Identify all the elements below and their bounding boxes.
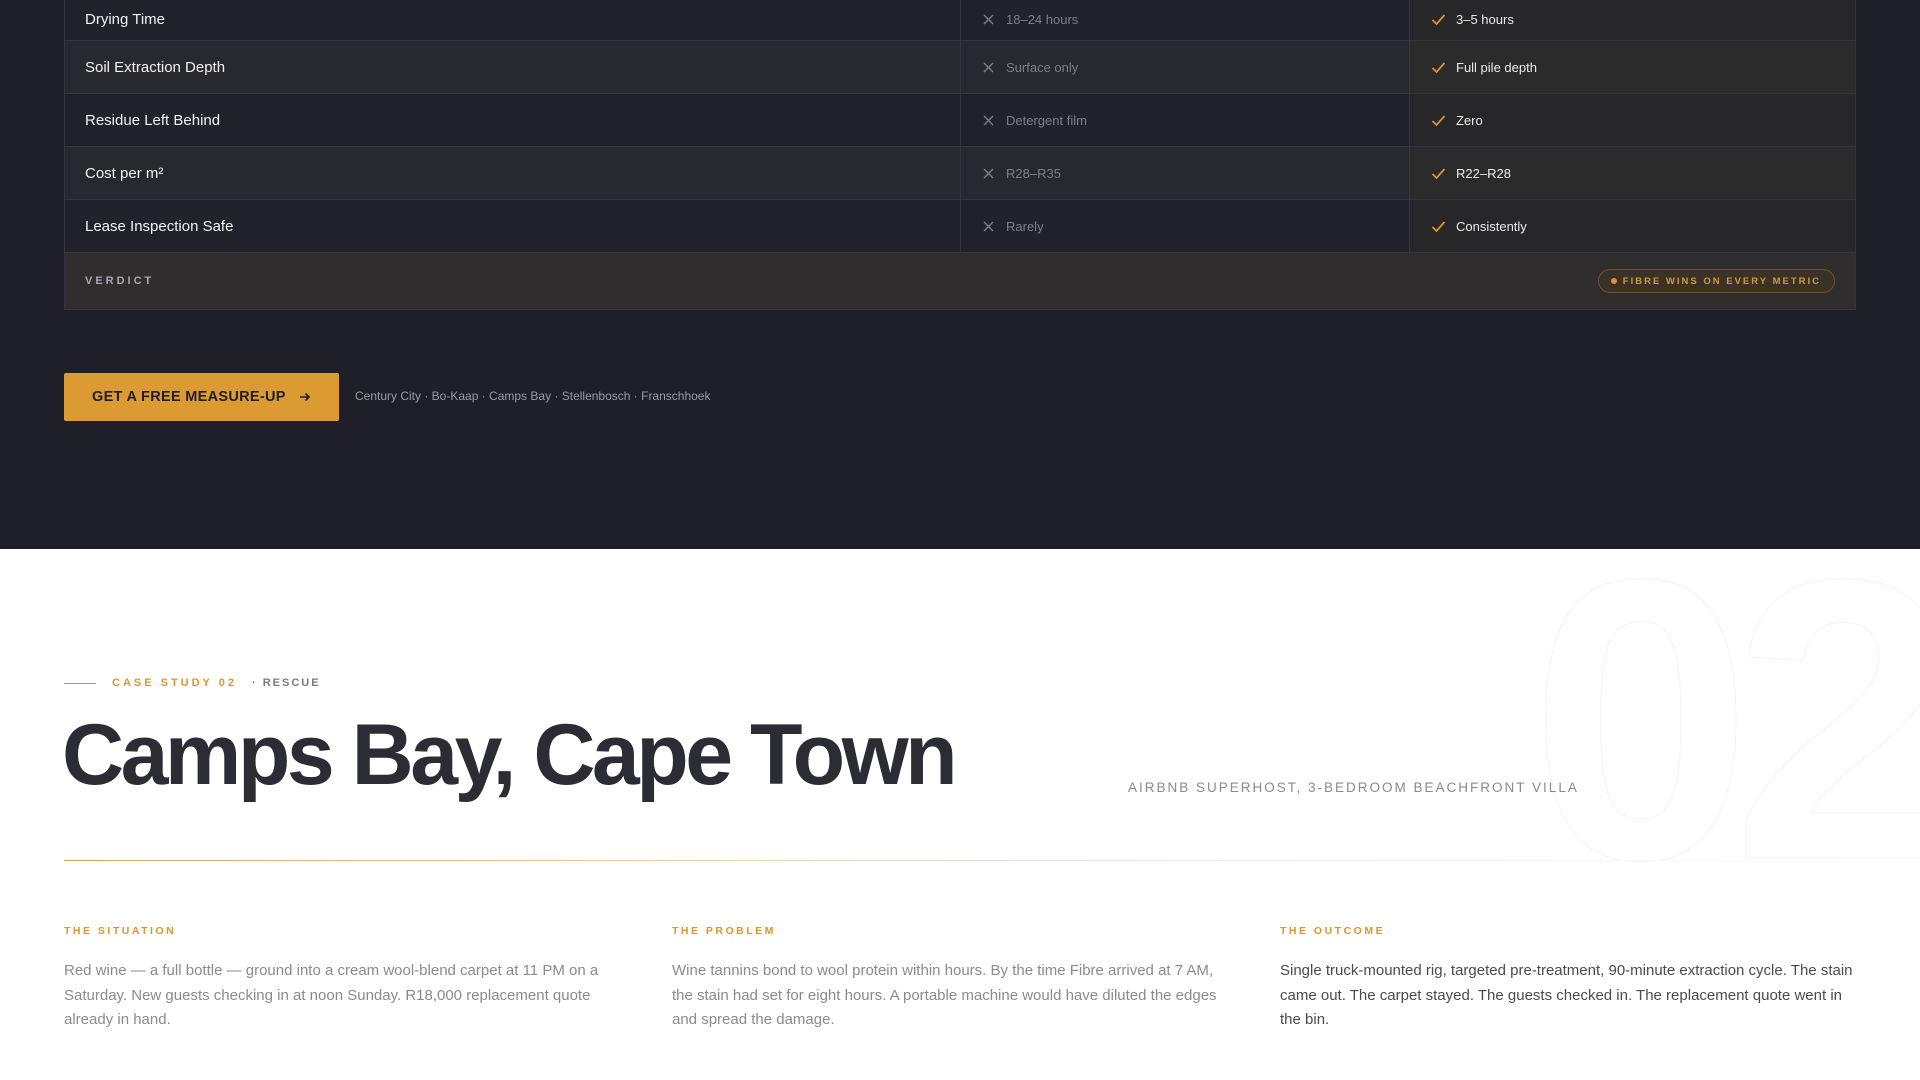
other-value: Rarely <box>1006 218 1044 234</box>
x-icon <box>983 115 994 125</box>
x-icon <box>983 14 994 24</box>
row-label: Lease Inspection Safe <box>65 200 961 252</box>
case-study-subtitle: AIRBNB SUPERHOST, 3-BEDROOM BEACHFRONT V… <box>1128 780 1579 795</box>
outcome-column: THE OUTCOME Single truck-mounted rig, ta… <box>1280 925 1860 1033</box>
verdict-row: VERDICT FIBRE WINS ON EVERY METRIC <box>65 253 1855 310</box>
fibre-value: Zero <box>1456 112 1483 128</box>
fibre-value: 3–5 hours <box>1456 11 1514 27</box>
row-label: Cost per m² <box>65 147 961 199</box>
table-row: Cost per m² R28–R35 R22–R28 <box>65 147 1855 200</box>
eyebrow-case: CASE STUDY 02 <box>112 677 237 689</box>
verdict-label: VERDICT <box>85 275 155 287</box>
row-label: Soil Extraction Depth <box>65 41 961 93</box>
fibre-cell: R22–R28 <box>1410 147 1855 199</box>
fibre-cell: 3–5 hours <box>1410 0 1855 40</box>
other-cell: R28–R35 <box>961 147 1410 199</box>
dot-icon <box>1610 278 1617 284</box>
fibre-value: Full pile depth <box>1456 59 1537 75</box>
fibre-value: R22–R28 <box>1456 165 1511 181</box>
check-icon <box>1431 61 1446 73</box>
fibre-cell: Full pile depth <box>1410 41 1855 93</box>
other-cell: 18–24 hours <box>961 0 1410 40</box>
other-value: Detergent film <box>1006 112 1087 128</box>
fibre-cell: Consistently <box>1410 200 1855 252</box>
outcome-text: Single truck-mounted rig, targeted pre-t… <box>1280 962 1853 1028</box>
problem-text: Wine tannins bond to wool protein within… <box>672 962 1217 1028</box>
cta-label: GET A FREE MEASURE-UP <box>92 389 286 405</box>
free-measure-up-button[interactable]: GET A FREE MEASURE-UP <box>64 373 339 421</box>
other-value: R28–R35 <box>1006 165 1061 181</box>
case-study-eyebrow: CASE STUDY 02 · RESCUE <box>64 677 321 689</box>
other-cell: Rarely <box>961 200 1410 252</box>
divider <box>64 860 1920 861</box>
x-icon <box>983 62 994 72</box>
eyebrow-tag: · RESCUE <box>252 677 321 689</box>
problem-label: THE PROBLEM <box>672 925 776 937</box>
table-row: Soil Extraction Depth Surface only Full … <box>65 41 1855 94</box>
table-row: Lease Inspection Safe Rarely Consistentl… <box>65 200 1855 253</box>
verdict-badge: FIBRE WINS ON EVERY METRIC <box>1597 269 1835 293</box>
situation-column: THE SITUATION Red wine — a full bottle —… <box>64 925 624 1033</box>
row-label: Residue Left Behind <box>65 94 961 146</box>
fibre-value: Consistently <box>1456 218 1527 234</box>
check-icon <box>1431 220 1446 232</box>
row-label: Drying Time <box>65 0 961 40</box>
x-icon <box>983 221 994 231</box>
situation-label: THE SITUATION <box>64 925 177 937</box>
other-value: 18–24 hours <box>1006 11 1079 27</box>
check-icon <box>1431 167 1446 179</box>
problem-column: THE PROBLEM Wine tannins bond to wool pr… <box>672 925 1232 1033</box>
eyebrow-divider <box>64 682 96 684</box>
table-row: Drying Time 18–24 hours 3–5 hours <box>65 0 1855 41</box>
outcome-label: THE OUTCOME <box>1280 925 1386 937</box>
check-icon <box>1431 13 1446 25</box>
comparison-section: Drying Time 18–24 hours 3–5 hours Soil E… <box>0 0 1920 549</box>
arrow-right-icon <box>299 392 310 402</box>
case-study-title: Camps Bay, Cape Town <box>62 707 958 803</box>
verdict-badge-text: FIBRE WINS ON EVERY METRIC <box>1622 275 1821 287</box>
fibre-cell: Zero <box>1410 94 1855 146</box>
other-cell: Surface only <box>961 41 1410 93</box>
other-value: Surface only <box>1006 59 1079 75</box>
service-areas: Century City · Bo-Kaap · Camps Bay · Ste… <box>355 389 711 403</box>
comparison-table: Drying Time 18–24 hours 3–5 hours Soil E… <box>64 0 1856 310</box>
check-icon <box>1431 114 1446 126</box>
table-row: Residue Left Behind Detergent film Zero <box>65 94 1855 147</box>
x-icon <box>983 168 994 178</box>
situation-text: Red wine — a full bottle — ground into a… <box>64 962 599 1028</box>
other-cell: Detergent film <box>961 94 1410 146</box>
